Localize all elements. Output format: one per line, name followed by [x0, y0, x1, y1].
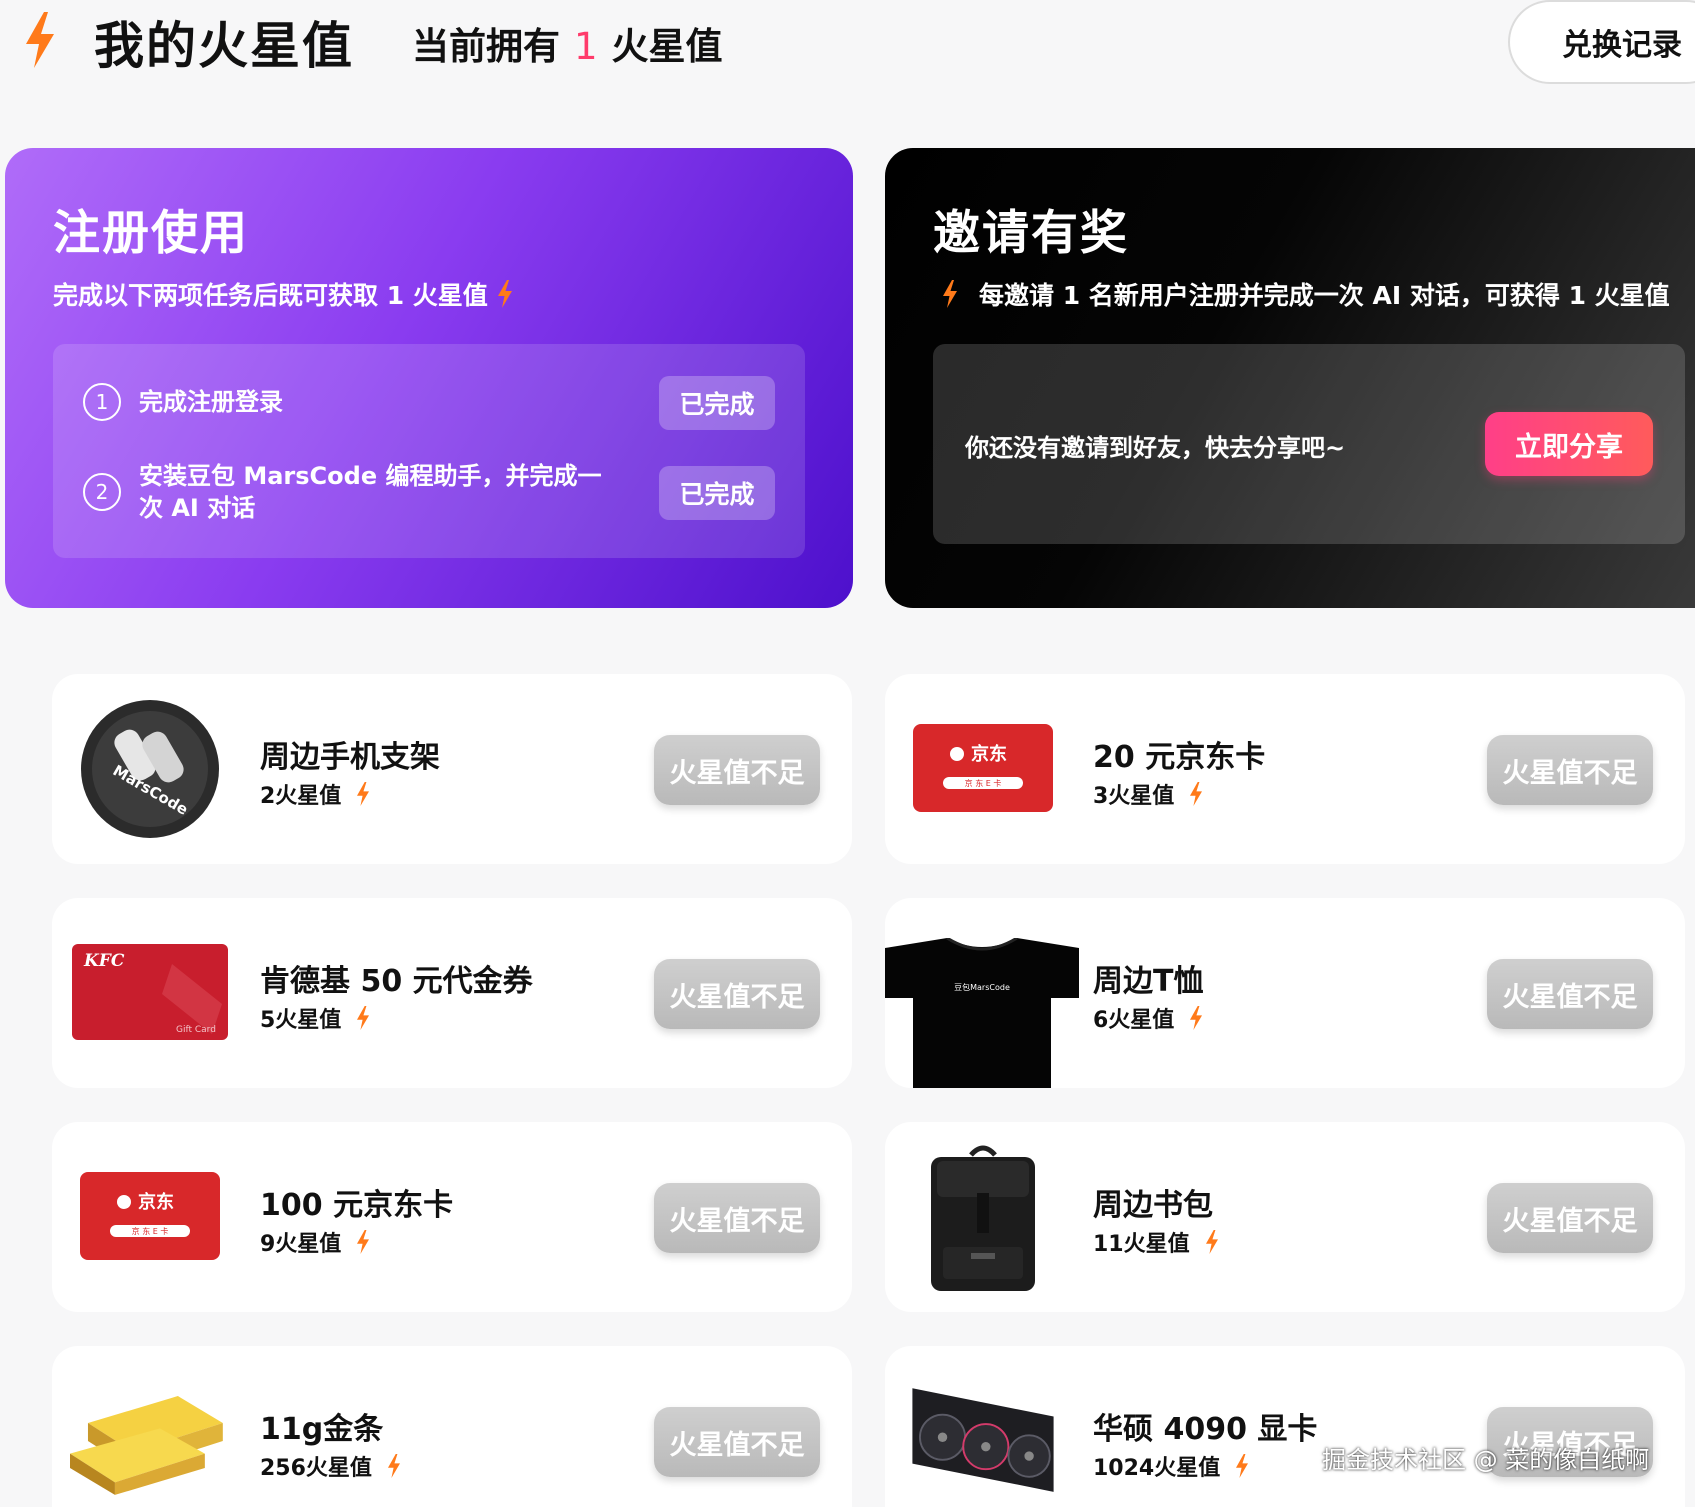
- svg-text:京 东 E 卡: 京 东 E 卡: [965, 778, 1002, 788]
- svg-text:京 东 E 卡: 京 东 E 卡: [132, 1226, 169, 1236]
- product-image-jd-card: 京东 京 东 E 卡: [70, 1140, 230, 1294]
- insufficient-points-button[interactable]: 火星值不足: [1487, 959, 1653, 1029]
- product-price: 5火星值: [260, 1002, 371, 1034]
- product-price-text: 9火星值: [260, 1232, 342, 1257]
- product-image-graphics-card: [903, 1364, 1063, 1507]
- lightning-bolt-icon: [1190, 782, 1203, 806]
- lightning-bolt-icon: [387, 1454, 400, 1478]
- product-card: 京东 京 东 E 卡 20 元京东卡 3火星值 火星值不足: [885, 674, 1685, 864]
- product-card: 华硕 4090 显卡 1024火星值 火星值不足: [885, 1346, 1685, 1507]
- task-label: 安装豆包 MarsCode 编程助手，并完成一次 AI 对话: [139, 462, 602, 522]
- register-title: 注册使用: [53, 206, 249, 261]
- page-header: 我的火星值 当前拥有 1 火星值 兑换记录: [0, 0, 1695, 100]
- balance-value: 1: [574, 25, 598, 68]
- register-card: 注册使用 完成以下两项任务后既可获取 1 火星值 1 完成注册登录 已完成 2 …: [5, 148, 853, 608]
- jd-card-icon: 京东 京 东 E 卡: [80, 1172, 220, 1260]
- insufficient-points-button[interactable]: 火星值不足: [654, 959, 820, 1029]
- invite-title: 邀请有奖: [933, 206, 1129, 261]
- graphics-card-icon: [912, 1388, 1054, 1492]
- product-price-text: 2火星值: [260, 784, 342, 809]
- product-name: 华硕 4090 显卡: [1093, 1412, 1318, 1447]
- product-card: 豆包MarsCode 周边T恤 6火星值 火星值不足: [885, 898, 1685, 1088]
- lightning-bolt-icon: [1205, 1230, 1218, 1254]
- register-subtitle-text: 完成以下两项任务后既可获取 1 火星值: [53, 281, 488, 310]
- product-name: 11g金条: [260, 1412, 384, 1447]
- watermark: 掘金技术社区 @ 菜的像白纸啊: [1322, 1446, 1650, 1474]
- product-name: 周边书包: [1093, 1188, 1213, 1223]
- lightning-bolt-icon: [26, 12, 54, 68]
- insufficient-points-button[interactable]: 火星值不足: [654, 735, 820, 805]
- insufficient-points-button[interactable]: 火星值不足: [654, 1183, 820, 1253]
- task-label: 完成注册登录: [139, 388, 283, 416]
- marscode-logo-icon: MarsCode: [81, 700, 219, 838]
- product-image-backpack: [903, 1140, 1063, 1294]
- svg-text:豆包MarsCode: 豆包MarsCode: [954, 982, 1010, 992]
- lightning-bolt-icon: [943, 280, 957, 308]
- invite-list: 你还没有邀请到好友，快去分享吧~ 立即分享: [933, 344, 1685, 544]
- balance-suffix: 火星值: [611, 25, 723, 68]
- register-subtitle: 完成以下两项任务后既可获取 1 火星值: [53, 276, 514, 312]
- exchange-record-button[interactable]: 兑换记录: [1508, 0, 1695, 84]
- product-price: 2火星值: [260, 778, 371, 810]
- task-done-button[interactable]: 已完成: [659, 376, 775, 430]
- balance-text: 当前拥有 1 火星值: [412, 16, 723, 70]
- product-image-jd-card: 京东 京 东 E 卡: [903, 692, 1063, 846]
- balance-prefix: 当前拥有: [412, 25, 560, 68]
- tshirt-icon: 豆包MarsCode: [885, 938, 1079, 1088]
- product-card: 周边书包 11火星值 火星值不足: [885, 1122, 1685, 1312]
- product-name: 周边手机支架: [260, 740, 440, 775]
- product-name: 肯德基 50 元代金券: [260, 964, 533, 999]
- gold-bar-icon: [70, 1396, 223, 1495]
- svg-text:Gift Card: Gift Card: [176, 1025, 216, 1035]
- invite-subtitle: 每邀请 1 名新用户注册并完成一次 AI 对话，可获得 1 火星值: [941, 276, 1670, 312]
- product-image-kfc: KFC Gift Card: [70, 916, 230, 1070]
- invite-subtitle-text: 每邀请 1 名新用户注册并完成一次 AI 对话，可获得 1 火星值: [979, 281, 1670, 310]
- insufficient-points-button[interactable]: 火星值不足: [1487, 735, 1653, 805]
- product-price: 3火星值: [1093, 778, 1204, 810]
- product-image-tshirt: 豆包MarsCode: [885, 938, 1079, 1088]
- svg-text:京东: 京东: [138, 1191, 174, 1213]
- share-button[interactable]: 立即分享: [1485, 412, 1653, 476]
- insufficient-points-button[interactable]: 火星值不足: [1487, 1183, 1653, 1253]
- product-name: 周边T恤: [1093, 964, 1204, 999]
- product-name: 100 元京东卡: [260, 1188, 454, 1223]
- lightning-bolt-icon: [1190, 1006, 1203, 1030]
- product-price: 256火星值: [260, 1450, 402, 1482]
- product-price-text: 3火星值: [1093, 784, 1175, 809]
- lightning-bolt-icon: [357, 1006, 370, 1030]
- jd-card-icon: 京东 京 东 E 卡: [913, 724, 1053, 812]
- svg-text:京东: 京东: [971, 743, 1007, 765]
- lightning-bolt-icon: [357, 782, 370, 806]
- page-title: 我的火星值: [94, 17, 354, 75]
- invite-empty-text: 你还没有邀请到好友，快去分享吧~: [965, 434, 1346, 462]
- product-price: 9火星值: [260, 1226, 371, 1258]
- lightning-bolt-icon: [1236, 1454, 1249, 1478]
- invite-card: 邀请有奖 每邀请 1 名新用户注册并完成一次 AI 对话，可获得 1 火星值 你…: [885, 148, 1695, 608]
- product-price-text: 6火星值: [1093, 1008, 1175, 1033]
- product-image-gold-bar: [70, 1364, 230, 1507]
- product-price: 1024火星值: [1093, 1450, 1250, 1482]
- product-price-text: 11火星值: [1093, 1232, 1190, 1257]
- lightning-bolt-icon: [357, 1230, 370, 1254]
- product-price-text: 256火星值: [260, 1456, 372, 1481]
- product-card: 京东 京 东 E 卡 100 元京东卡 9火星值 火星值不足: [52, 1122, 852, 1312]
- task-number: 2: [83, 473, 121, 511]
- product-image-phone-stand: MarsCode: [70, 692, 230, 846]
- product-price: 6火星值: [1093, 1002, 1204, 1034]
- product-price-text: 1024火星值: [1093, 1456, 1221, 1481]
- product-name: 20 元京东卡: [1093, 740, 1266, 775]
- task-done-button[interactable]: 已完成: [659, 466, 775, 520]
- backpack-icon: [931, 1145, 1035, 1291]
- insufficient-points-button[interactable]: 火星值不足: [654, 1407, 820, 1477]
- lightning-bolt-icon: [497, 280, 512, 308]
- product-card: KFC Gift Card 肯德基 50 元代金券 5火星值 火星值不足: [52, 898, 852, 1088]
- product-card: MarsCode 周边手机支架 2火星值 火星值不足: [52, 674, 852, 864]
- product-price: 11火星值: [1093, 1226, 1220, 1258]
- svg-text:KFC: KFC: [83, 951, 125, 971]
- kfc-gift-card-icon: KFC Gift Card: [72, 944, 228, 1040]
- product-card: 11g金条 256火星值 火星值不足: [52, 1346, 852, 1507]
- product-price-text: 5火星值: [260, 1008, 342, 1033]
- task-list: 1 完成注册登录 已完成 2 安装豆包 MarsCode 编程助手，并完成一次 …: [53, 344, 805, 558]
- task-number: 1: [83, 383, 121, 421]
